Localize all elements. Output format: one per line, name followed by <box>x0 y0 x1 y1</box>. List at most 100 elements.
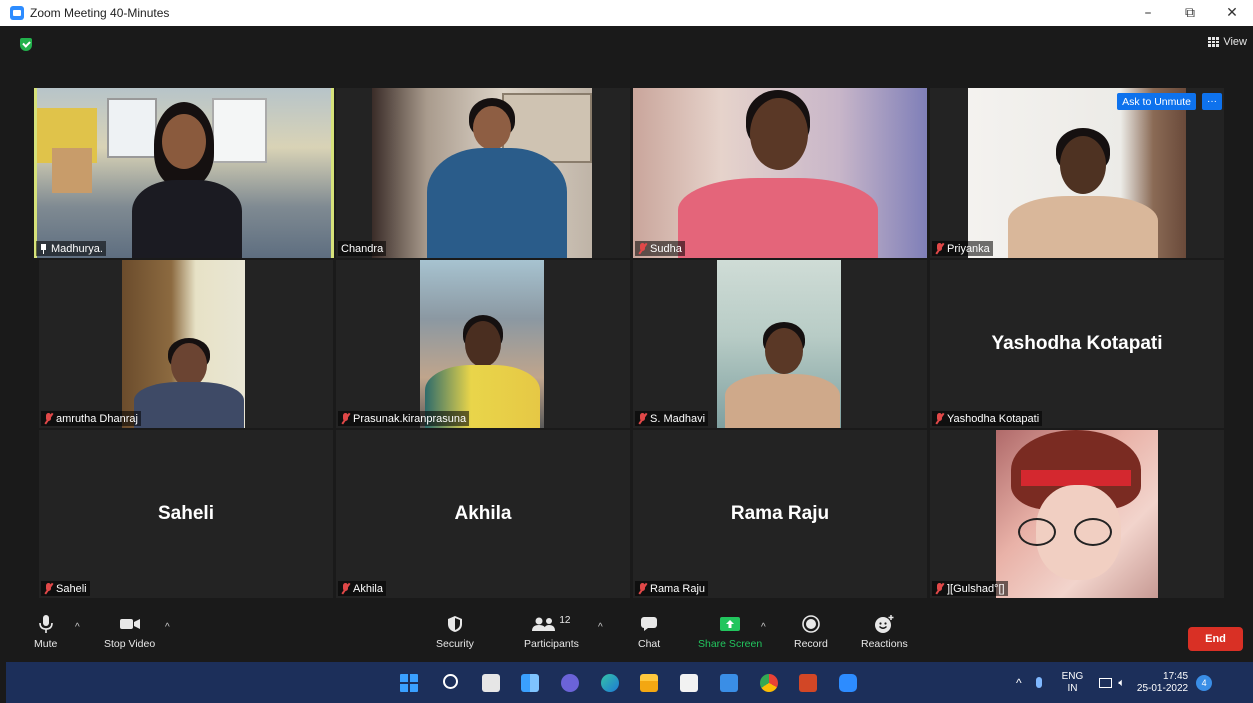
nametag: ][Gulshad°[] <box>932 581 1008 596</box>
participant-name: Priyanka <box>947 242 990 255</box>
participant-name: Sudha <box>650 242 682 255</box>
video-options-caret[interactable]: ^ <box>165 622 170 633</box>
reactions-label: Reactions <box>861 638 908 650</box>
chrome-icon[interactable] <box>760 674 778 692</box>
participant-figure <box>427 98 567 258</box>
security-button[interactable]: Security <box>436 610 474 650</box>
minimize-button[interactable]: – <box>1127 0 1169 26</box>
participant-name: Saheli <box>56 582 87 595</box>
participant-video <box>968 88 1186 258</box>
participant-avatar-image <box>996 430 1158 598</box>
mic-muted-icon <box>935 583 944 594</box>
record-icon <box>802 615 820 633</box>
microphone-tray-icon[interactable] <box>1035 677 1042 688</box>
reactions-button[interactable]: Reactions <box>861 610 908 650</box>
participant-tile-gulshad[interactable]: ][Gulshad°[] <box>930 430 1224 598</box>
participant-figure <box>678 90 878 258</box>
nametag: Sudha <box>635 241 685 256</box>
notification-badge[interactable]: 4 <box>1196 674 1213 691</box>
nametag: Akhila <box>338 581 386 596</box>
search-icon[interactable] <box>443 674 458 689</box>
participant-tile-saheli[interactable]: Saheli Saheli <box>39 430 333 598</box>
language-top: ENG <box>1061 670 1084 682</box>
participant-display-name: Saheli <box>158 503 214 524</box>
language-indicator[interactable]: ENG IN <box>1062 671 1084 695</box>
participant-tile-yashodha[interactable]: Yashodha Kotapati Yashodha Kotapati <box>930 260 1224 428</box>
mic-muted-icon <box>935 243 944 254</box>
clock-time: 17:45 <box>1163 670 1189 682</box>
participant-tile-madhurya[interactable]: Madhurya. <box>34 88 334 258</box>
mic-muted-icon <box>44 413 53 424</box>
microsoft-store-icon[interactable] <box>680 674 698 692</box>
participant-video <box>372 88 592 258</box>
view-button[interactable]: View <box>1208 36 1247 48</box>
mail-icon[interactable] <box>720 674 738 692</box>
video-camera-icon <box>119 619 140 629</box>
participant-display-name: Rama Raju <box>730 503 830 524</box>
audio-options-caret[interactable]: ^ <box>75 622 80 633</box>
mic-muted-icon <box>638 413 647 424</box>
mic-muted-icon <box>44 583 53 594</box>
nametag: Saheli <box>41 581 90 596</box>
task-view-icon[interactable] <box>482 674 500 692</box>
reactions-smiley-icon <box>875 615 894 633</box>
clock[interactable]: 17:45 25-01-2022 <box>1137 671 1188 695</box>
nametag: Yashodha Kotapati <box>932 411 1043 426</box>
participants-label: Participants <box>524 638 579 650</box>
participant-tile-sudha[interactable]: Sudha <box>633 88 927 258</box>
participant-tile-prasunak[interactable]: Prasunak.kiranprasuna <box>336 260 630 428</box>
chat-button[interactable]: Chat <box>638 610 660 650</box>
participant-tile-amrutha[interactable]: amrutha Dhanraj <box>39 260 333 428</box>
mic-muted-icon <box>638 243 647 254</box>
stop-video-button[interactable]: Stop Video <box>104 610 155 650</box>
participant-name: amrutha Dhanraj <box>56 412 138 425</box>
restore-button[interactable]: ⧉ <box>1169 0 1211 26</box>
powerpoint-icon[interactable] <box>799 674 817 692</box>
participants-button[interactable]: 12 Participants <box>524 610 579 651</box>
participant-name: S. Madhavi <box>650 412 706 425</box>
end-meeting-button[interactable]: End <box>1188 627 1243 651</box>
teams-chat-icon[interactable] <box>561 674 579 692</box>
meeting-area: View Madhurya. Chandra Sudha Ask to Unmu… <box>6 26 1253 662</box>
record-button[interactable]: Record <box>794 610 828 650</box>
nametag: S. Madhavi <box>635 411 709 426</box>
share-screen-button[interactable]: Share Screen <box>698 610 762 650</box>
participant-tile-rama-raju[interactable]: Rama Raju Rama Raju <box>633 430 927 598</box>
participant-name: Akhila <box>353 582 383 595</box>
network-icon[interactable] <box>1099 677 1113 688</box>
participant-tile-chandra[interactable]: Chandra <box>336 88 630 258</box>
widgets-icon[interactable] <box>521 674 539 692</box>
participant-display-name: Yashodha Kotapati <box>991 333 1163 354</box>
mute-button[interactable]: Mute <box>34 610 57 650</box>
zoom-taskbar-icon[interactable] <box>839 674 857 692</box>
ask-to-unmute-button[interactable]: Ask to Unmute <box>1117 93 1196 110</box>
participant-tile-akhila[interactable]: Akhila Akhila <box>336 430 630 598</box>
microphone-icon <box>38 615 53 633</box>
security-shield-icon <box>447 616 462 632</box>
file-explorer-icon[interactable] <box>640 674 658 692</box>
participant-figure <box>132 102 242 258</box>
window-titlebar: Zoom Meeting 40-Minutes – ⧉ ✕ <box>0 0 1253 26</box>
participant-tile-s-madhavi[interactable]: S. Madhavi <box>633 260 927 428</box>
close-button[interactable]: ✕ <box>1211 0 1253 26</box>
nametag: Madhurya. <box>36 241 106 256</box>
participants-count: 12 <box>559 614 571 626</box>
tray-overflow-chevron[interactable]: ^ <box>1016 676 1022 690</box>
share-screen-icon <box>720 617 741 631</box>
share-options-caret[interactable]: ^ <box>761 622 766 633</box>
participant-name: ][Gulshad°[] <box>947 582 1005 595</box>
mute-label: Mute <box>34 638 58 650</box>
more-options-button[interactable]: ··· <box>1202 93 1222 110</box>
participant-tile-priyanka[interactable]: Ask to Unmute ··· Priyanka <box>930 88 1224 258</box>
encryption-shield-icon[interactable] <box>20 38 32 51</box>
stop-video-label: Stop Video <box>104 638 156 650</box>
nametag: Priyanka <box>932 241 993 256</box>
participants-options-caret[interactable]: ^ <box>598 622 603 633</box>
language-bottom: IN <box>1067 682 1078 694</box>
volume-icon[interactable]: 🔈︎ <box>1118 676 1125 690</box>
edge-browser-icon[interactable] <box>601 674 619 692</box>
participant-name: Chandra <box>341 242 384 255</box>
windows-start-icon[interactable] <box>400 674 418 692</box>
mic-muted-icon <box>341 583 350 594</box>
mic-muted-icon <box>638 583 647 594</box>
